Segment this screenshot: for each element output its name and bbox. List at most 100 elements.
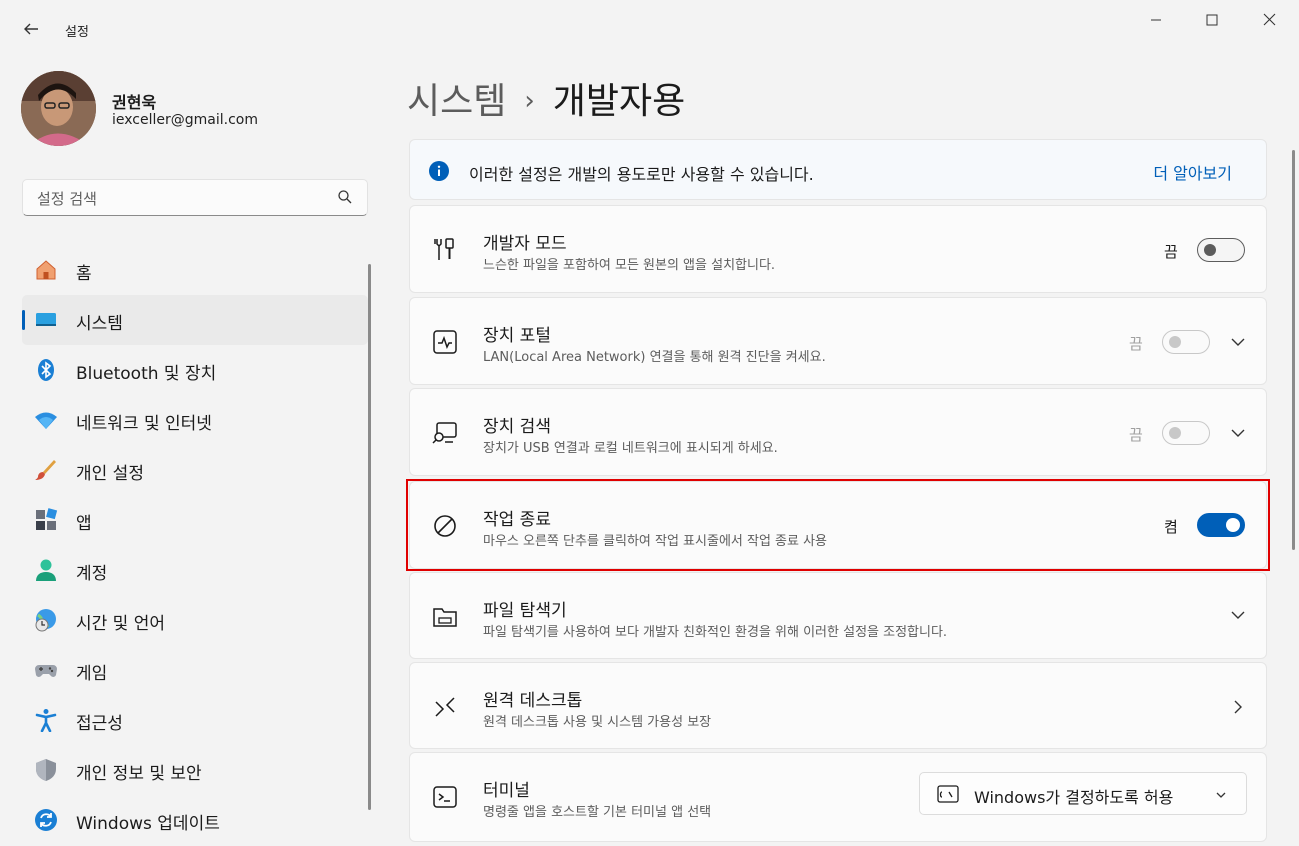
file-explorer-card[interactable]: 파일 탐색기 파일 탐색기를 사용하여 보다 개발자 친화적인 환경을 위해 이… <box>409 572 1267 659</box>
close-icon <box>1263 13 1275 26</box>
sidebar-nav: 홈 시스템 Bluetooth 및 장치 네트워크 및 인터넷 개인 설정 앱 … <box>22 245 368 845</box>
toggle-knob <box>1204 244 1216 256</box>
sidebar-item-label: 앱 <box>76 514 92 534</box>
bluetooth-icon <box>38 359 54 381</box>
block-icon <box>434 515 456 537</box>
setting-title: 파일 탐색기 <box>483 601 567 621</box>
pulse-monitor-icon <box>433 330 457 354</box>
close-button[interactable] <box>1254 8 1284 34</box>
sidebar-item-bluetooth[interactable]: Bluetooth 및 장치 <box>22 345 368 395</box>
device-search-icon <box>432 422 457 444</box>
avatar[interactable] <box>21 71 96 146</box>
setting-title: 원격 데스크톱 <box>483 691 583 711</box>
device-discovery-card[interactable]: 장치 검색 장치가 USB 연결과 로컬 네트워크에 표시되게 하세요. 끔 <box>409 388 1267 476</box>
toggle-knob <box>1169 336 1181 348</box>
terminal-dropdown[interactable]: Windows가 결정하도록 허용 <box>919 772 1247 815</box>
selection-indicator <box>22 310 25 330</box>
toggle-knob <box>1226 518 1240 532</box>
setting-description: 장치가 USB 연결과 로컬 네트워크에 표시되게 하세요. <box>483 441 778 456</box>
chevron-down-icon[interactable] <box>1229 424 1247 442</box>
search-input[interactable] <box>35 187 329 211</box>
account-icon <box>36 559 56 581</box>
back-button[interactable] <box>20 20 42 42</box>
sidebar-item-windows-update[interactable]: Windows 업데이트 <box>22 795 368 845</box>
chevron-right-icon[interactable] <box>1229 698 1247 716</box>
end-task-toggle[interactable] <box>1197 513 1245 537</box>
learn-more-link[interactable]: 더 알아보기 <box>1153 160 1232 184</box>
setting-description: 느슨한 파일을 포함하여 모든 원본의 앱을 설치합니다. <box>483 258 776 273</box>
accessibility-icon <box>35 709 57 732</box>
sidebar-item-privacy[interactable]: 개인 정보 및 보안 <box>22 745 368 795</box>
setting-description: 명령줄 앱을 호스트할 기본 터미널 앱 선택 <box>483 805 712 820</box>
device-portal-toggle[interactable] <box>1162 330 1210 354</box>
brush-icon <box>35 460 56 480</box>
breadcrumb-parent[interactable]: 시스템 <box>407 81 506 122</box>
end-task-card[interactable]: 작업 종료 마우스 오른쪽 단추를 클릭하여 작업 표시줄에서 작업 종료 사용… <box>409 481 1267 569</box>
folder-icon <box>433 608 457 627</box>
title-bar: 설정 <box>0 0 1299 60</box>
sidebar-item-label: Bluetooth 및 장치 <box>76 364 217 384</box>
minimize-icon <box>1151 19 1161 21</box>
info-text: 이러한 설정은 개발의 용도로만 사용할 수 있습니다. <box>469 165 814 184</box>
sidebar-item-system[interactable]: 시스템 <box>22 295 368 345</box>
maximize-icon <box>1206 14 1218 26</box>
sidebar-item-time-language[interactable]: 시간 및 언어 <box>22 595 368 645</box>
sidebar-item-label: 시간 및 언어 <box>76 614 166 634</box>
setting-description: LAN(Local Area Network) 연결을 통해 원격 진단을 켜세… <box>483 350 826 365</box>
sidebar-item-accessibility[interactable]: 접근성 <box>22 695 368 745</box>
sidebar-item-home[interactable]: 홈 <box>22 245 368 295</box>
sidebar-item-label: 계정 <box>76 564 108 584</box>
toggle-state-label: 켬 <box>1164 518 1178 536</box>
device-discovery-toggle[interactable] <box>1162 421 1210 445</box>
developer-mode-toggle[interactable] <box>1197 238 1245 262</box>
main-scrollbar[interactable] <box>1292 150 1295 550</box>
dropdown-selected-value: Windows가 결정하도록 허용 <box>974 788 1174 807</box>
remote-desktop-card[interactable]: 원격 데스크톱 원격 데스크톱 사용 및 시스템 가용성 보장 <box>409 662 1267 749</box>
apps-icon <box>36 508 58 530</box>
globe-clock-icon <box>35 609 56 632</box>
page-title: 개발자용 <box>552 81 686 122</box>
sidebar-item-label: 게임 <box>76 664 108 684</box>
sidebar-item-apps[interactable]: 앱 <box>22 495 368 545</box>
toggle-state-label: 끔 <box>1129 335 1143 353</box>
minimize-button[interactable] <box>1141 8 1171 34</box>
toggle-knob <box>1169 427 1181 439</box>
setting-description: 마우스 오른쪽 단추를 클릭하여 작업 표시줄에서 작업 종료 사용 <box>483 534 828 549</box>
sidebar-item-gaming[interactable]: 게임 <box>22 645 368 695</box>
system-icon <box>36 313 56 326</box>
sidebar-item-personalization[interactable]: 개인 설정 <box>22 445 368 495</box>
toggle-state-label: 끔 <box>1164 243 1178 261</box>
breadcrumb: 시스템 › 개발자용 <box>407 72 685 124</box>
app-title: 설정 <box>65 25 89 40</box>
chevron-down-icon <box>1216 792 1226 798</box>
terminal-icon <box>433 786 457 808</box>
maximize-button[interactable] <box>1197 8 1227 34</box>
user-email: iexceller@gmail.com <box>112 112 258 128</box>
home-icon <box>36 260 56 280</box>
toggle-state-label: 끔 <box>1129 426 1143 444</box>
device-portal-card[interactable]: 장치 포털 LAN(Local Area Network) 연결을 통해 원격 … <box>409 297 1267 385</box>
developer-mode-card[interactable]: 개발자 모드 느슨한 파일을 포함하여 모든 원본의 앱을 설치합니다. 끔 <box>409 205 1267 293</box>
breadcrumb-separator: › <box>524 86 535 116</box>
sidebar-item-label: 네트워크 및 인터넷 <box>76 414 212 434</box>
console-icon <box>937 785 959 803</box>
sidebar-item-network[interactable]: 네트워크 및 인터넷 <box>22 395 368 445</box>
setting-description: 원격 데스크톱 사용 및 시스템 가용성 보장 <box>483 715 712 730</box>
chevron-down-icon[interactable] <box>1229 606 1247 624</box>
developer-tools-icon <box>434 238 454 260</box>
sidebar-item-label: 개인 설정 <box>76 464 144 484</box>
shield-icon <box>36 759 56 781</box>
chevron-down-icon[interactable] <box>1229 333 1247 351</box>
info-icon <box>429 161 449 181</box>
user-name: 권현욱 <box>112 93 157 112</box>
sidebar-item-label: 시스템 <box>76 314 123 334</box>
setting-title: 장치 포털 <box>483 326 551 346</box>
search-box[interactable] <box>22 179 368 216</box>
sidebar-scrollbar[interactable] <box>368 264 371 810</box>
search-icon[interactable] <box>337 189 353 205</box>
sidebar-item-accounts[interactable]: 계정 <box>22 545 368 595</box>
sidebar-item-label: 홈 <box>76 264 92 284</box>
sidebar-item-label: 개인 정보 및 보안 <box>76 764 202 784</box>
remote-desktop-icon <box>435 697 455 717</box>
update-icon <box>35 809 57 831</box>
